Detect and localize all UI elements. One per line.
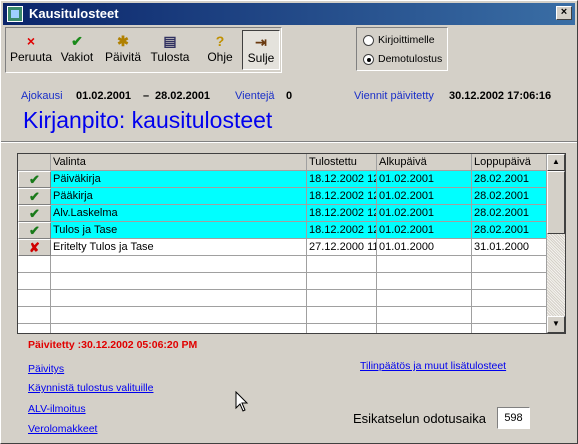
exports-label: Vientejä <box>235 90 275 102</box>
title-bar: Kausitulosteet × <box>3 3 575 25</box>
update-link[interactable]: Päivitys <box>28 363 64 375</box>
help-label: Ohje <box>207 50 233 64</box>
selection-check-icon[interactable]: ✔ <box>18 188 51 205</box>
row-end: 28.02.2001 <box>472 188 547 205</box>
row-printed: 18.12.2002 12 <box>307 222 377 239</box>
refresh-icon: ✱ <box>117 33 129 49</box>
column-header-printed[interactable]: Tulostettu <box>307 154 377 171</box>
period-end: 28.02.2001 <box>155 90 211 102</box>
row-end: 28.02.2001 <box>472 171 547 188</box>
divider <box>1 141 577 143</box>
row-start: 01.02.2001 <box>377 205 472 222</box>
close-button[interactable]: × <box>556 6 572 20</box>
scroll-thumb[interactable] <box>547 171 565 234</box>
period-separator: – <box>143 90 150 102</box>
start-selected-print-link[interactable]: Käynnistä tulostus valituille <box>28 382 153 394</box>
print-label: Tulosta <box>150 50 190 64</box>
printer-radio-label: Kirjoittimelle <box>378 34 435 46</box>
printer-icon: ▤ <box>163 33 177 49</box>
selection-check-icon[interactable]: ✔ <box>18 222 51 239</box>
selection-check-icon[interactable]: ✔ <box>18 171 51 188</box>
tax-forms-link[interactable]: Verolomakkeet <box>28 423 97 435</box>
row-end: 31.01.2000 <box>472 239 547 256</box>
row-printed: 18.12.2002 12 <box>307 205 377 222</box>
row-printed: 18.12.2002 12 <box>307 188 377 205</box>
print-button[interactable]: ▤ Tulosta <box>147 30 193 70</box>
row-name: Eritelty Tulos ja Tase <box>51 239 307 256</box>
help-icon: ? <box>215 33 225 49</box>
row-printed: 27.12.2000 11 <box>307 239 377 256</box>
close-form-label: Sulje <box>247 51 275 65</box>
refresh-label: Päivitä <box>104 50 142 64</box>
row-end: 28.02.2001 <box>472 205 547 222</box>
reports-table: Valinta Tulostettu Alkupäivä Loppupäivä … <box>17 153 566 334</box>
column-header-start[interactable]: Alkupäivä <box>377 154 472 171</box>
period-start: 01.02.2001 <box>76 90 132 102</box>
demo-radio-label: Demotulostus <box>378 53 443 65</box>
period-label: Ajokausi <box>21 90 63 102</box>
refresh-button[interactable]: ✱ Päivitä <box>101 30 145 70</box>
cancel-button[interactable]: × Peruuta <box>8 30 54 70</box>
row-name: Pääkirja <box>51 188 307 205</box>
row-name: Alv.Laskelma <box>51 205 307 222</box>
row-start: 01.02.2001 <box>377 171 472 188</box>
row-start: 01.02.2001 <box>377 222 472 239</box>
printer-radio-indicator <box>363 35 374 46</box>
output-option-group: Kirjoittimelle Demotulostus <box>356 27 448 71</box>
page-title: Kirjanpito: kausitulosteet <box>23 107 273 133</box>
row-printed: 18.12.2002 12 <box>307 171 377 188</box>
selection-cross-icon[interactable]: ✘ <box>18 239 51 256</box>
exit-door-icon: ⇥ <box>255 34 267 50</box>
main-window: Kausitulosteet × × Peruuta ✔ Vakiot ✱ Pä… <box>0 0 578 444</box>
row-name: Tulos ja Tase <box>51 222 307 239</box>
cancel-label: Peruuta <box>9 50 53 64</box>
column-header-name[interactable]: Valinta <box>51 154 307 171</box>
update-status: Päivitetty :30.12.2002 05:06:20 PM <box>28 339 198 351</box>
app-icon <box>7 6 23 22</box>
row-start: 01.01.2000 <box>377 239 472 256</box>
row-start: 01.02.2001 <box>377 188 472 205</box>
exports-count: 0 <box>286 90 293 102</box>
defaults-label: Vakiot <box>60 50 94 64</box>
selection-check-icon[interactable]: ✔ <box>18 205 51 222</box>
preview-delay-input[interactable] <box>497 407 530 429</box>
scroll-down-button[interactable]: ▼ <box>547 316 565 333</box>
updated-value: 30.12.2002 17:06:16 <box>449 90 552 102</box>
table-scrollbar[interactable]: ▲ ▼ <box>547 154 565 333</box>
close-form-button[interactable]: ⇥ Sulje <box>242 30 280 70</box>
financial-statements-link[interactable]: Tilinpäätös ja muut lisätulosteet <box>360 360 506 372</box>
cancel-icon: × <box>26 33 36 49</box>
preview-delay-label: Esikatselun odotusaika <box>353 411 486 426</box>
mouse-cursor-icon <box>235 391 249 412</box>
toolbar: × Peruuta ✔ Vakiot ✱ Päivitä ▤ Tulosta ?… <box>5 27 282 73</box>
row-name: Päiväkirja <box>51 171 307 188</box>
updated-label: Viennit päivitetty <box>354 90 434 102</box>
demo-radio-indicator <box>363 54 374 65</box>
header-corner <box>18 154 51 171</box>
check-icon: ✔ <box>71 33 83 49</box>
scroll-up-button[interactable]: ▲ <box>547 154 565 171</box>
alv-report-link[interactable]: ALV-ilmoitus <box>28 403 86 415</box>
defaults-button[interactable]: ✔ Vakiot <box>56 30 98 70</box>
window-title: Kausitulosteet <box>29 6 119 21</box>
help-button[interactable]: ? Ohje <box>202 30 238 70</box>
column-header-end[interactable]: Loppupäivä <box>472 154 547 171</box>
row-end: 28.02.2001 <box>472 222 547 239</box>
